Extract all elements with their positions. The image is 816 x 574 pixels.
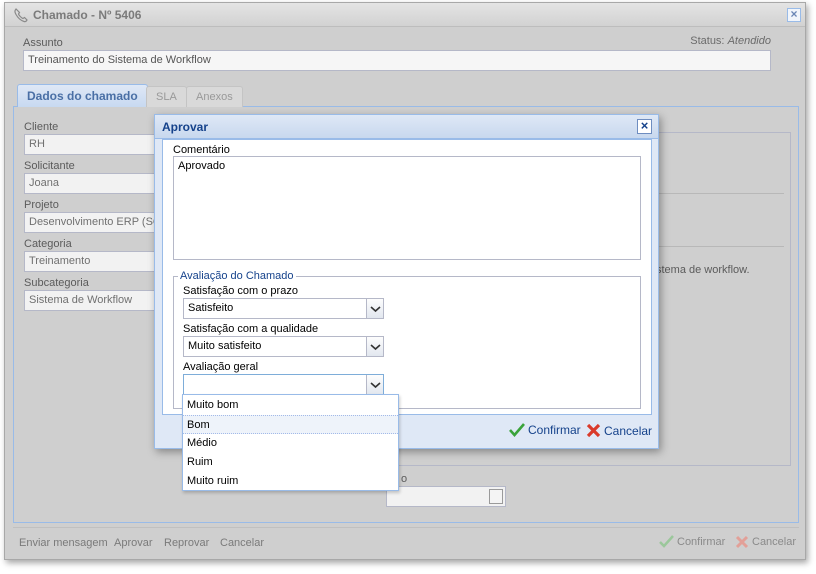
fieldset-legend: Avaliação do Chamado	[178, 270, 296, 282]
window-title: Chamado - Nº 5406	[33, 8, 142, 22]
status-value: Atendido	[727, 35, 771, 47]
solicitante-field[interactable]: Joana	[24, 173, 164, 194]
geral-combo[interactable]	[183, 374, 384, 395]
window-titlebar[interactable]: Chamado - Nº 5406 ×	[5, 3, 805, 27]
option-muito-bom[interactable]: Muito bom	[183, 396, 398, 415]
subcategoria-label: Subcategoria	[24, 277, 89, 289]
dialog-close-icon[interactable]: ×	[637, 119, 652, 134]
tab-sla[interactable]: SLA	[146, 86, 187, 107]
qualidade-value: Muito satisfeito	[188, 340, 262, 352]
cross-icon	[735, 535, 749, 549]
dialog-confirm-button[interactable]: Confirmar	[509, 423, 581, 437]
cliente-field[interactable]: RH	[24, 134, 164, 155]
dialog-body: Comentário Aprovado Avaliação do Chamado…	[162, 139, 652, 415]
geral-label: Avaliação geral	[183, 361, 259, 373]
chevron-down-icon[interactable]	[366, 375, 383, 394]
status-text: Status: Atendido	[690, 35, 771, 47]
window-close-icon[interactable]: ×	[787, 8, 801, 22]
cliente-label: Cliente	[24, 121, 59, 133]
option-bom[interactable]: Bom	[183, 415, 398, 434]
comment-textarea[interactable]: Aprovado	[173, 156, 641, 260]
cancel-label: Cancelar	[752, 536, 797, 548]
prazo-combo[interactable]: Satisfeito	[183, 298, 384, 319]
chevron-down-icon[interactable]	[366, 299, 383, 318]
check-icon	[509, 423, 525, 437]
cross-icon	[586, 423, 601, 438]
chevron-down-icon[interactable]	[366, 337, 383, 356]
bottom-toolbar: Enviar mensagem Aprovar Reprovar Cancela…	[13, 527, 799, 555]
avaliacao-geral-dropdown: Muito bom Bom Médio Ruim Muito ruim	[182, 394, 399, 491]
comment-label: Comentário	[173, 144, 230, 156]
tab-dados-do-chamado[interactable]: Dados do chamado	[17, 84, 148, 108]
avaliacao-fieldset: Avaliação do Chamado Satisfação com o pr…	[173, 270, 641, 409]
option-medio[interactable]: Médio	[183, 434, 398, 453]
projeto-field[interactable]: Desenvolvimento ERP (SCP	[24, 212, 164, 233]
categoria-field[interactable]: Treinamento	[24, 251, 164, 272]
date-field[interactable]	[386, 486, 506, 507]
dialog-cancel-label: Cancelar	[604, 423, 653, 438]
date-label: o	[401, 473, 408, 485]
calendar-icon[interactable]	[489, 489, 503, 504]
subject-field[interactable]: Treinamento do Sistema de Workflow	[23, 50, 771, 71]
enviar-mensagem-link[interactable]: Enviar mensagem	[19, 537, 108, 549]
projeto-label: Projeto	[24, 199, 59, 211]
confirm-label: Confirmar	[677, 535, 726, 548]
confirm-button[interactable]: Confirmar	[659, 535, 725, 548]
qualidade-combo[interactable]: Muito satisfeito	[183, 336, 384, 357]
prazo-label: Satisfação com o prazo	[183, 285, 298, 297]
description-text: stema de workflow.	[656, 264, 750, 276]
dialog-cancel-button[interactable]: Cancelar	[586, 423, 652, 438]
tab-strip: Dados do chamado SLA Anexos	[13, 83, 799, 108]
phone-icon	[14, 8, 28, 23]
prazo-value: Satisfeito	[188, 302, 234, 314]
solicitante-label: Solicitante	[24, 160, 75, 172]
dialog-title: Aprovar	[162, 120, 209, 134]
subject-label: Assunto	[23, 37, 63, 49]
option-ruim[interactable]: Ruim	[183, 453, 398, 472]
dialog-confirm-label: Confirmar	[528, 423, 581, 437]
subcategoria-field[interactable]: Sistema de Workflow	[24, 290, 164, 311]
cancel-button[interactable]: Cancelar	[735, 535, 796, 549]
categoria-label: Categoria	[24, 238, 72, 250]
status-label: Status:	[690, 35, 725, 47]
cancelar-link[interactable]: Cancelar	[220, 537, 264, 549]
dialog-titlebar[interactable]: Aprovar ×	[155, 115, 658, 139]
check-icon	[659, 535, 674, 548]
aprovar-link[interactable]: Aprovar	[114, 537, 153, 549]
tab-anexos[interactable]: Anexos	[186, 86, 243, 107]
reprovar-link[interactable]: Reprovar	[164, 537, 209, 549]
qualidade-label: Satisfação com a qualidade	[183, 323, 319, 335]
option-muito-ruim[interactable]: Muito ruim	[183, 472, 398, 491]
